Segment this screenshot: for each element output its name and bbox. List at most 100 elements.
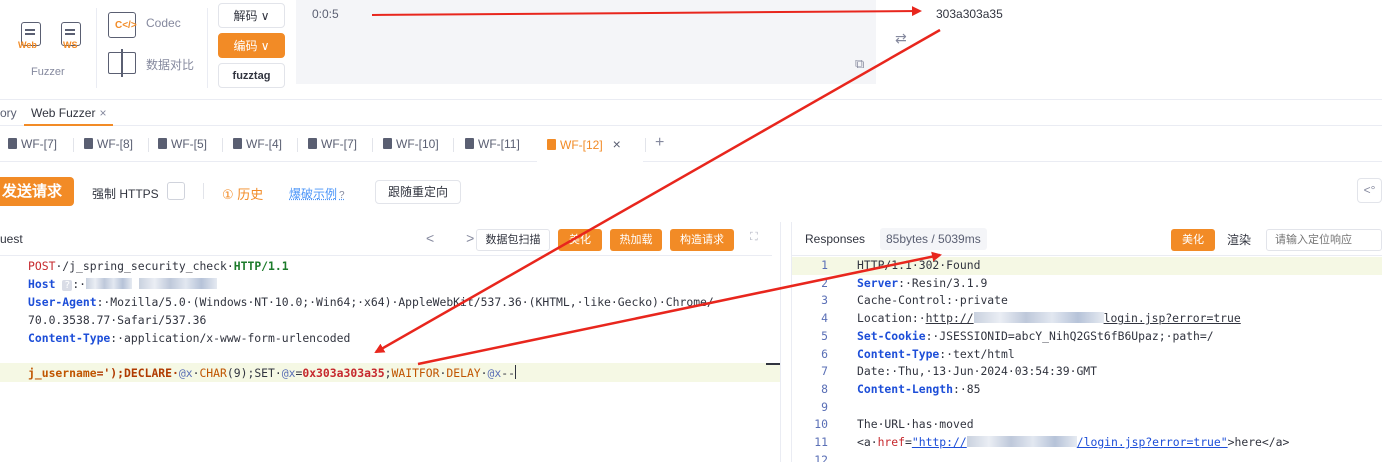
render-button[interactable]: 渲染 [1222, 229, 1256, 251]
expand-icon[interactable]: ⛶ [750, 231, 758, 244]
web-fuzzer-button[interactable]: Web [18, 22, 44, 56]
codec-icon-glyph: C</> [115, 20, 137, 31]
close-icon[interactable]: × [99, 106, 106, 120]
line-number: 12 [814, 452, 828, 462]
file-icon [547, 139, 556, 150]
swap-icon[interactable]: ⇄ [895, 30, 907, 47]
header-value: :·Resin/3.1.9 [898, 275, 988, 290]
header-value: :·text/html [939, 346, 1015, 361]
help-icon: ? [339, 190, 345, 201]
top-toolbar: Web WS Fuzzer C</> Codec 数据对比 解码 ∨ 编码 ∨ … [0, 0, 1382, 100]
responses-title: Responses [805, 232, 866, 246]
tab-wf-label: WF-[8] [97, 137, 133, 151]
request-line: POST·/j_spring_security_check·HTTP/1.1 [28, 257, 289, 275]
web-fuzzer-window: Web WS Fuzzer C</> Codec 数据对比 解码 ∨ 编码 ∨ … [0, 0, 1382, 462]
fuzztag-button[interactable]: fuzztag [218, 63, 285, 88]
ws-fuzzer-button[interactable]: WS [58, 22, 84, 56]
header-value: 70.0.3538.77·Safari/537.36 [28, 313, 207, 327]
location-link[interactable]: http:// [926, 311, 974, 325]
tab-history[interactable]: ory [0, 106, 17, 120]
panel-splitter[interactable] [780, 222, 792, 462]
example-link-label: 爆破示例 [289, 187, 338, 201]
response-search-input[interactable] [1266, 229, 1382, 251]
request-line: User-Agent:·Mozilla/5.0·(Windows·NT·10.0… [28, 293, 714, 311]
force-https-label: 强制 HTTPS [92, 187, 159, 201]
line-number: 7 [821, 364, 828, 379]
tab-wf-active[interactable]: WF-[12] × [537, 127, 643, 162]
beautify-button[interactable]: 美化 [558, 229, 602, 251]
html-tag: >here</a> [1227, 435, 1290, 449]
response-line: Location:·http:// login.jsp?error=true [857, 310, 1241, 328]
file-icon [308, 138, 317, 149]
location-link[interactable]: login.jsp?error=true [1104, 311, 1241, 325]
codec-button[interactable]: Codec [146, 16, 181, 30]
codec-output-text: 303a303a35 [936, 7, 1003, 21]
tab-wf[interactable]: WF-[5] [158, 127, 207, 162]
send-request-button[interactable]: 发送请求 [0, 177, 74, 206]
http-method: POST [28, 259, 56, 273]
response-size-badge: 85bytes / 5039ms [880, 228, 987, 250]
tab-wf[interactable]: WF-[11] [465, 127, 520, 162]
data-compare-button[interactable]: 数据对比 [146, 56, 194, 73]
close-icon[interactable]: × [613, 136, 621, 152]
codec-icon[interactable]: C</> [108, 12, 137, 38]
header-key: User-Agent [28, 295, 97, 309]
response-beautify-button[interactable]: 美化 [1171, 229, 1215, 251]
request-title: uest [0, 232, 23, 246]
fuzzer-label: Fuzzer [31, 66, 65, 78]
follow-redirect-button[interactable]: 跟随重定向 [375, 180, 461, 204]
line-number: 11 [814, 435, 828, 449]
ws-tag: WS [63, 40, 78, 50]
header-key: Set-Cookie [857, 328, 926, 343]
request-path: ·/j_spring_security_check· [55, 259, 234, 273]
codec-input-area[interactable]: 0:0:5 [296, 0, 876, 84]
tab-wf[interactable]: WF-[8] [84, 127, 133, 162]
tab-wf[interactable]: WF-[10] [383, 127, 439, 162]
tab-separator [645, 138, 646, 152]
response-line: Server:·Resin/3.1.9 [857, 275, 987, 293]
encode-dropdown[interactable]: 编码 ∨ [218, 33, 285, 58]
request-line: Content-Type:·application/x-www-form-url… [28, 329, 350, 347]
tab-web-fuzzer[interactable]: Web Fuzzer × [24, 100, 114, 126]
file-icon [383, 138, 392, 149]
tab-separator [73, 138, 74, 152]
header-key: Host [28, 277, 56, 291]
tab-wf[interactable]: WF-[7] [308, 127, 357, 162]
html-string[interactable]: "http:// [912, 435, 967, 449]
web-tag: Web [18, 40, 37, 50]
share-icon[interactable]: <° [1357, 178, 1382, 203]
add-tab-icon[interactable]: + [655, 134, 664, 152]
response-line: <a·href="http:// /login.jsp?error=true">h… [857, 434, 1289, 452]
file-icon [84, 138, 93, 149]
copy-icon[interactable]: ⧉ [855, 56, 869, 71]
hot-load-button[interactable]: 热加载 [610, 229, 662, 251]
packet-scan-button[interactable]: 数据包扫描 [476, 229, 550, 251]
response-line: Set-Cookie:·JSESSIONID=abcY_NihQ2GSt6fB6… [857, 328, 1214, 346]
send-toolbar: 发送请求 强制 HTTPS ① 历史 爆破示例? 跟随重定向 [0, 163, 1382, 221]
tab-separator [148, 138, 149, 152]
history-button[interactable]: ① 历史 [222, 184, 263, 203]
tab-wf[interactable]: WF-[7] [8, 127, 57, 162]
tab-web-fuzzer-label: Web Fuzzer [31, 106, 96, 120]
tab-wf-label: WF-[5] [171, 137, 207, 151]
tab-separator [222, 138, 223, 152]
construct-request-button[interactable]: 构造请求 [670, 229, 734, 251]
help-badge: ? [62, 280, 73, 291]
response-line: Content-Length:·85 [857, 381, 980, 399]
main-tab-bar: ory Web Fuzzer × [0, 100, 1382, 126]
response-editor[interactable]: 1 HTTP/1.1·302·Found 2 Server:·Resin/3.1… [792, 257, 1382, 462]
header-key: Location:· [857, 311, 926, 326]
decode-dropdown[interactable]: 解码 ∨ [218, 3, 285, 28]
tab-separator [453, 138, 454, 152]
header-key: Content-Length [857, 381, 954, 396]
line-number: 6 [821, 346, 828, 361]
brute-force-example-link[interactable]: 爆破示例? [289, 185, 345, 202]
request-panel-header: uest < > 数据包扫描 美化 热加载 构造请求 ⛶ [0, 222, 772, 256]
scroll-marker [766, 363, 780, 365]
force-https-checkbox[interactable] [167, 182, 185, 200]
tab-wf[interactable]: WF-[4] [233, 127, 282, 162]
request-line: 70.0.3538.77·Safari/537.36 [28, 311, 206, 329]
html-string[interactable]: /login.jsp?error=true" [1077, 435, 1228, 449]
line-number: 2 [821, 275, 828, 290]
data-compare-icon[interactable] [108, 49, 136, 77]
